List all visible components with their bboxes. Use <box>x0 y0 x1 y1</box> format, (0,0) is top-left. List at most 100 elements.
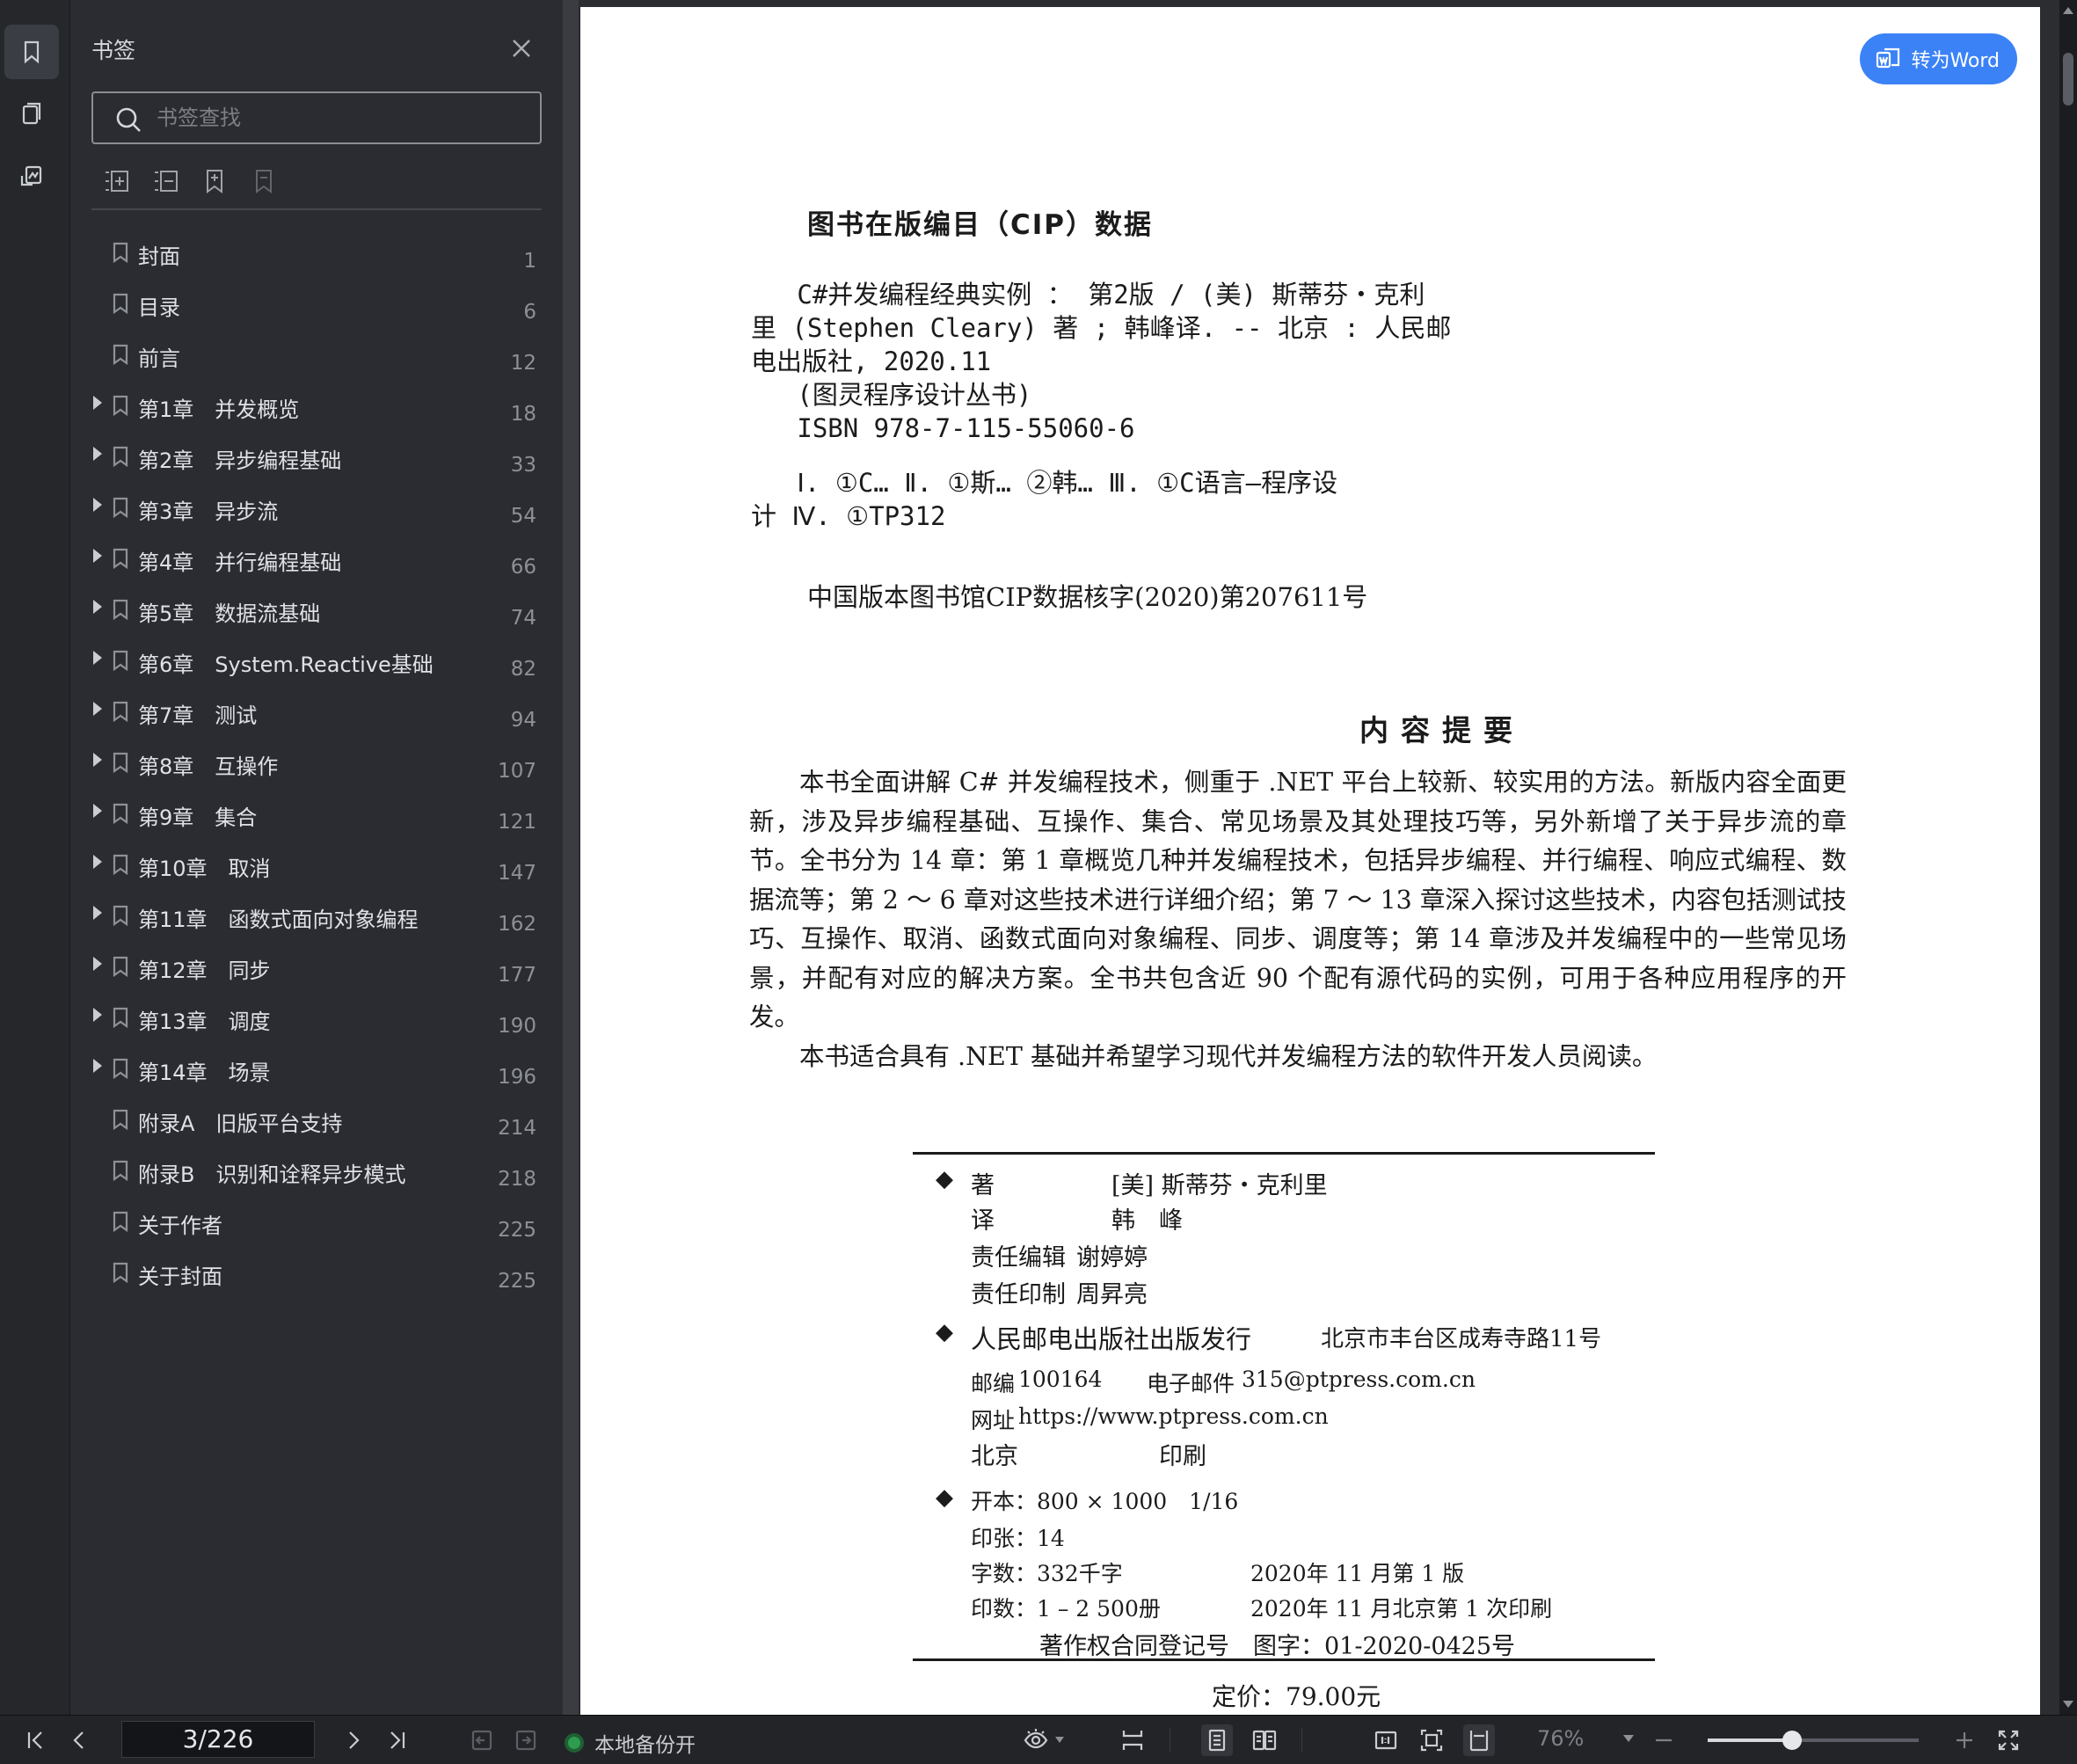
zoom-in-icon[interactable] <box>1949 1724 1980 1756</box>
divider <box>91 208 542 210</box>
bookmark-item[interactable]: 关于封面 225 <box>70 1247 563 1298</box>
bookmark-item[interactable]: 关于作者 225 <box>70 1196 563 1247</box>
remove-bookmark-icon[interactable] <box>250 167 278 195</box>
backup-status[interactable]: 本地备份开 <box>565 1728 696 1758</box>
document-viewport: 转为Word 图书在版编目（CIP）数据 C#并发编程经典实例 ： 第2版 / … <box>579 0 2077 1715</box>
bookmark-item[interactable]: 第8章 互操作 107 <box>70 737 563 788</box>
bookmark-tab-icon[interactable] <box>4 25 59 79</box>
forward-icon[interactable] <box>510 1724 542 1756</box>
bookmark-item[interactable]: 前言 12 <box>70 329 563 380</box>
bookmark-page-number: 1 <box>523 250 536 273</box>
word-count: 字数：332千字 <box>971 1561 1123 1586</box>
expand-arrow-icon[interactable] <box>93 447 102 461</box>
bookmark-search-input[interactable] <box>157 100 526 135</box>
backup-label: 本地备份开 <box>594 1734 696 1757</box>
expand-arrow-icon[interactable] <box>93 1008 102 1022</box>
bookmark-item[interactable]: 第14章 场景 196 <box>70 1043 563 1094</box>
bookmark-item[interactable]: 第6章 System.Reactive基础 82 <box>70 635 563 686</box>
scroll-thumb[interactable] <box>2063 53 2073 106</box>
bookmark-item[interactable]: 第1章 并发概览 18 <box>70 380 563 431</box>
bookmark-page-number: 225 <box>498 1270 536 1293</box>
expand-arrow-icon[interactable] <box>93 1059 102 1073</box>
panel-splitter[interactable] <box>563 0 579 1715</box>
page-number-input[interactable]: 3/226 <box>121 1721 315 1758</box>
bookmark-item[interactable]: 第5章 数据流基础 74 <box>70 584 563 635</box>
bookmark-item[interactable]: 第4章 并行编程基础 66 <box>70 533 563 584</box>
back-icon[interactable] <box>466 1724 498 1756</box>
zoom-slider-handle[interactable] <box>1782 1731 1802 1750</box>
bookmark-item[interactable]: 第10章 取消 147 <box>70 839 563 890</box>
expand-arrow-icon[interactable] <box>93 549 102 563</box>
thumbnail-tab-icon[interactable] <box>4 86 59 141</box>
expand-arrow-icon[interactable] <box>93 957 102 971</box>
diamond-bullet: ◆ <box>936 1319 953 1345</box>
diamond-bullet: ◆ <box>936 1166 953 1192</box>
bookmark-item[interactable]: 目录 6 <box>70 278 563 329</box>
expand-all-icon[interactable] <box>102 167 130 195</box>
bookmark-item[interactable]: 第11章 函数式面向对象编程 162 <box>70 890 563 941</box>
bookmark-item[interactable]: 第3章 异步流 54 <box>70 482 563 533</box>
bookmark-item[interactable]: 第7章 测试 94 <box>70 686 563 737</box>
sheets: 印张：14 <box>971 1526 1065 1551</box>
chevron-down-icon[interactable] <box>1055 1737 1064 1743</box>
expand-arrow-icon[interactable] <box>93 396 102 410</box>
copyright-register: 著作权合同登记号 图字：01-2020-0425号 <box>1039 1633 1516 1660</box>
zoom-out-icon[interactable] <box>1648 1724 1680 1756</box>
side-rail <box>0 0 70 1715</box>
expand-arrow-icon[interactable] <box>93 855 102 869</box>
single-page-icon[interactable] <box>1201 1724 1233 1756</box>
bookmark-item[interactable]: 第2章 异步编程基础 33 <box>70 431 563 482</box>
bookmark-item[interactable]: 第12章 同步 177 <box>70 941 563 992</box>
bookmark-label: 第2章 异步编程基础 <box>138 448 342 473</box>
email: 315@ptpress.com.cn <box>1242 1367 1476 1392</box>
print-manager: 周昇亮 <box>1076 1281 1148 1308</box>
scroll-down-icon[interactable] <box>2063 1701 2073 1708</box>
bookmark-search[interactable] <box>91 91 542 144</box>
bookmark-page-number: 162 <box>498 913 536 936</box>
annotation-tab-icon[interactable] <box>4 149 59 204</box>
cip-line: ISBN 978-7-115-55060-6 <box>751 413 1135 443</box>
bookmark-label: 附录B 识别和诠释异步模式 <box>138 1163 406 1187</box>
city: 北京 <box>971 1443 1018 1470</box>
zoom-dropdown-icon[interactable] <box>1623 1735 1634 1742</box>
bookmark-page-number: 94 <box>510 709 536 732</box>
last-page-icon[interactable] <box>382 1724 413 1756</box>
expand-arrow-icon[interactable] <box>93 498 102 512</box>
expand-arrow-icon[interactable] <box>93 906 102 920</box>
expand-arrow-icon[interactable] <box>93 804 102 818</box>
continuous-scroll-icon[interactable] <box>1117 1724 1148 1756</box>
first-page-icon[interactable] <box>19 1724 51 1756</box>
vertical-scrollbar[interactable] <box>2059 0 2077 1715</box>
print-date: 2020年 11 月北京第 1 次印刷 <box>1250 1596 1553 1622</box>
expand-arrow-icon[interactable] <box>93 600 102 614</box>
expand-arrow-icon[interactable] <box>93 753 102 767</box>
collapse-all-icon[interactable] <box>151 167 179 195</box>
close-icon[interactable] <box>508 35 535 62</box>
bookmark-item[interactable]: 第13章 调度 190 <box>70 992 563 1043</box>
convert-to-word-button[interactable]: 转为Word <box>1860 33 2017 84</box>
bookmark-item[interactable]: 第9章 集合 121 <box>70 788 563 839</box>
cip-data-block: C#并发编程经典实例 ： 第2版 / (美) 斯蒂芬・克利里 (Stephen … <box>751 278 1451 533</box>
fullscreen-icon[interactable] <box>1993 1724 2024 1756</box>
actual-size-icon[interactable] <box>1370 1724 1402 1756</box>
expand-arrow-icon[interactable] <box>93 702 102 716</box>
bookmark-page-number: 218 <box>498 1168 536 1191</box>
prev-page-icon[interactable] <box>63 1724 95 1756</box>
zoom-slider[interactable] <box>1708 1731 1919 1750</box>
expand-arrow-icon[interactable] <box>93 651 102 665</box>
bookmark-label: 第11章 函数式面向对象编程 <box>138 908 419 932</box>
bookmark-item[interactable]: 封面 1 <box>70 227 563 278</box>
bookmark-page-number: 74 <box>510 607 536 630</box>
next-page-icon[interactable] <box>338 1724 369 1756</box>
double-page-icon[interactable] <box>1249 1724 1280 1756</box>
fit-page-icon[interactable] <box>1416 1724 1447 1756</box>
bookmark-item[interactable]: 附录B 识别和诠释异步模式 218 <box>70 1145 563 1196</box>
publisher: 人民邮电出版社出版发行 <box>971 1324 1252 1354</box>
bookmark-item[interactable]: 附录A 旧版平台支持 214 <box>70 1094 563 1145</box>
fit-width-icon[interactable] <box>1463 1724 1495 1756</box>
scroll-up-icon[interactable] <box>2063 7 2073 14</box>
zoom-level[interactable]: 76% <box>1537 1726 1584 1751</box>
add-bookmark-icon[interactable] <box>200 167 229 195</box>
bookmark-label: 第4章 并行编程基础 <box>138 550 342 575</box>
eye-protection-icon[interactable] <box>1020 1724 1052 1756</box>
